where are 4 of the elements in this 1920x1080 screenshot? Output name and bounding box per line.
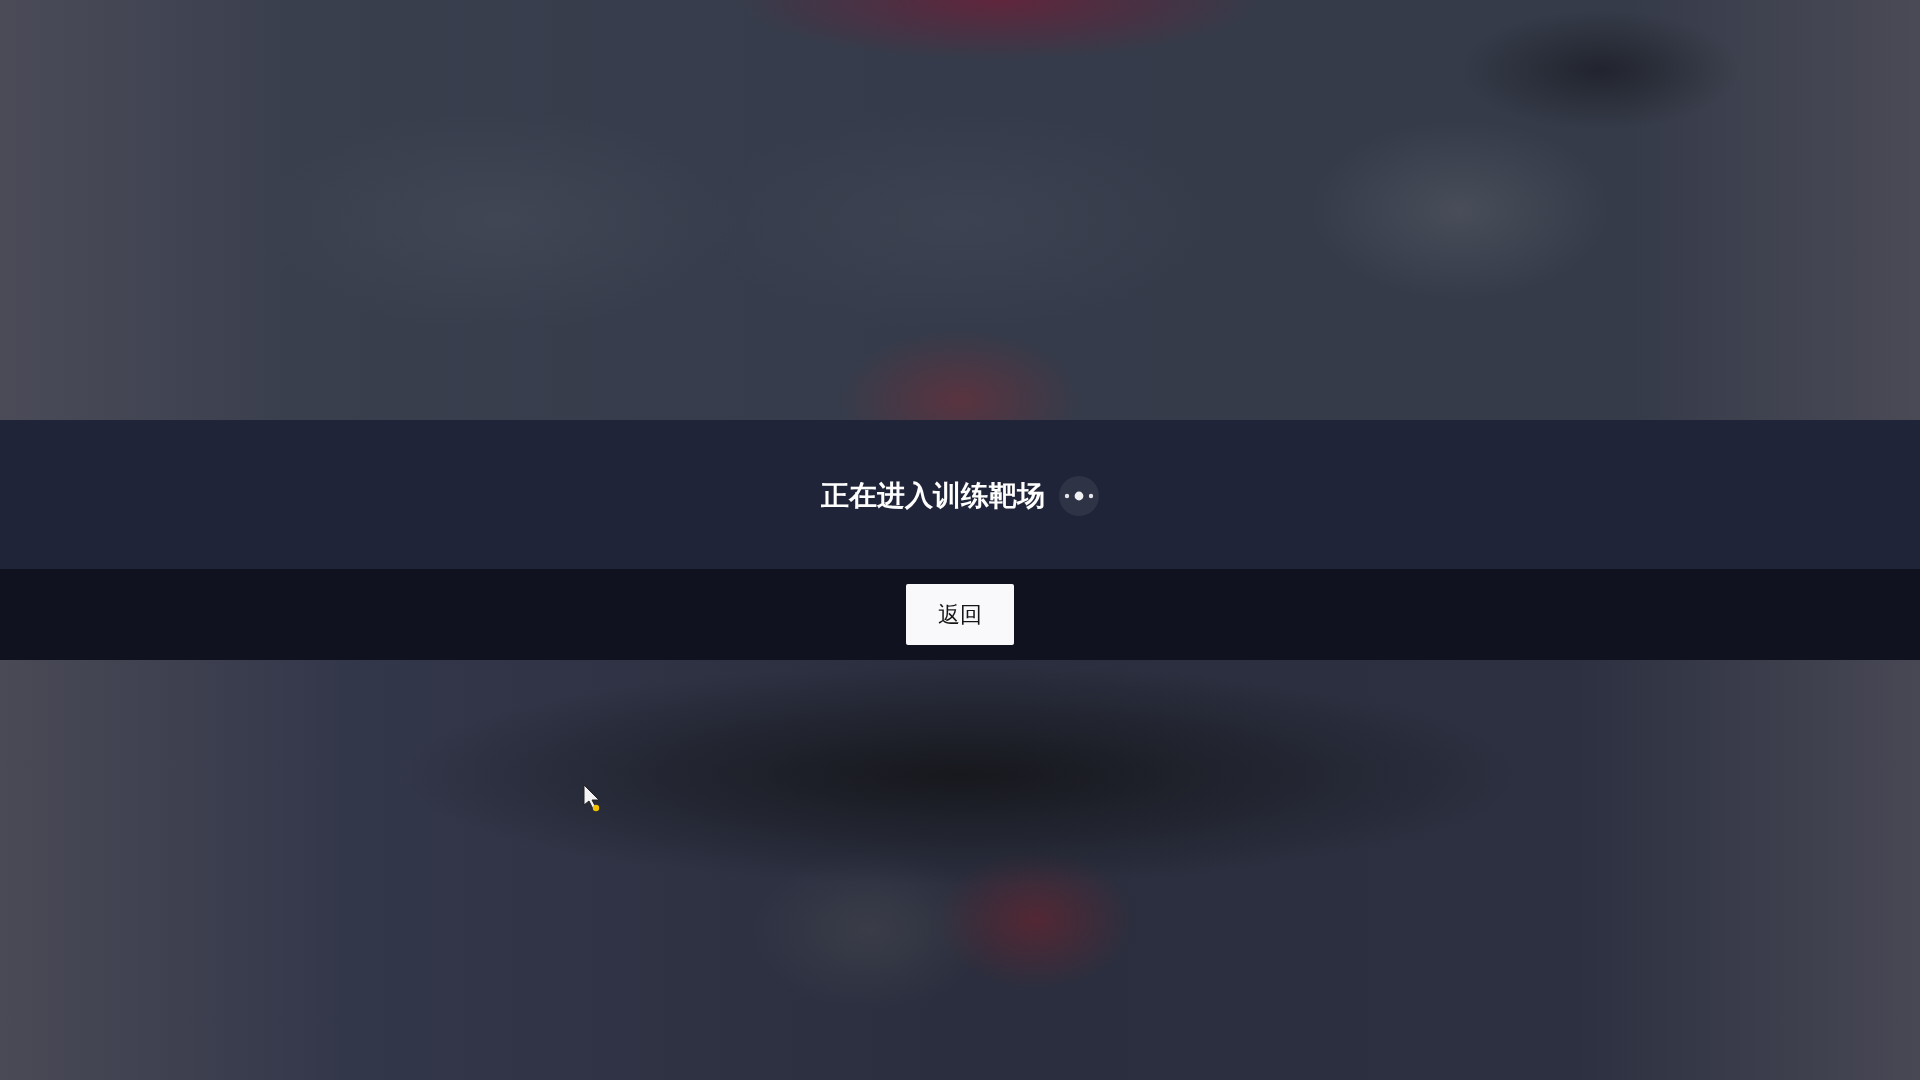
cursor-icon: [583, 784, 601, 812]
spinner-icon: [1059, 475, 1099, 516]
loading-message: 正在进入训练靶场: [821, 477, 1045, 514]
back-button[interactable]: 返回: [906, 584, 1014, 645]
